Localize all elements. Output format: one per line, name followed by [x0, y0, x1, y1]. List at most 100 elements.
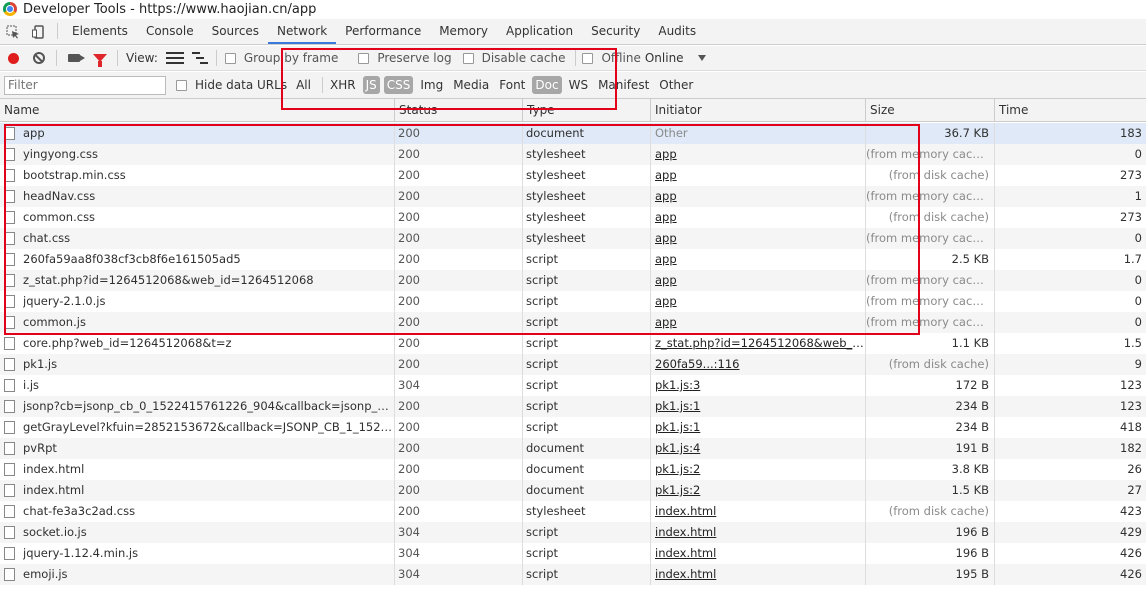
cell-initiator[interactable]: app [651, 249, 866, 270]
cell-initiator[interactable]: app [651, 207, 866, 228]
table-row[interactable]: pk1.js 200 script 260fa59...:116 (from disk … [0, 354, 1146, 375]
filter-type-css[interactable]: CSS [383, 76, 414, 94]
column-header-status[interactable]: Status [395, 99, 523, 122]
cell-initiator[interactable]: pk1.js:3 [651, 375, 866, 396]
cell-initiator[interactable]: app [651, 270, 866, 291]
cell-initiator[interactable]: app [651, 186, 866, 207]
cell-initiator[interactable]: app [651, 165, 866, 186]
cell-name[interactable]: socket.io.js [0, 522, 395, 543]
cell-name[interactable]: 260fa59aa8f038cf3cb8f6e161505ad5 [0, 249, 395, 270]
offline-checkbox[interactable]: Offline [582, 51, 641, 65]
cell-initiator[interactable]: app [651, 144, 866, 165]
throttling-select[interactable]: Online [645, 51, 684, 65]
cell-name[interactable]: app [0, 123, 395, 144]
filter-input[interactable] [4, 75, 166, 95]
cell-name[interactable]: core.php?web_id=1264512068&t=z [0, 333, 395, 354]
filter-type-img[interactable]: Img [417, 76, 446, 94]
checkbox-box[interactable] [358, 52, 370, 64]
cell-name[interactable]: headNav.css [0, 186, 395, 207]
filter-type-ws[interactable]: WS [566, 76, 591, 94]
cell-name[interactable]: jquery-1.12.4.min.js [0, 543, 395, 564]
tab-elements[interactable]: Elements [63, 19, 137, 44]
cell-name[interactable]: pvRpt [0, 438, 395, 459]
cell-name[interactable]: chat.css [0, 228, 395, 249]
table-row[interactable]: emoji.js 304 script index.html 195 B 426 [0, 564, 1146, 585]
tab-application[interactable]: Application [497, 19, 582, 44]
capture-screenshots-button[interactable] [61, 47, 87, 69]
cell-initiator[interactable]: app [651, 228, 866, 249]
hide-data-urls-checkbox[interactable]: Hide data URLs [176, 78, 287, 92]
table-row[interactable]: getGrayLevel?kfuin=2852153672&callback=J… [0, 417, 1146, 438]
column-header-type[interactable]: Type [523, 99, 651, 122]
filter-type-xhr[interactable]: XHR [327, 76, 359, 94]
cell-name[interactable]: index.html [0, 459, 395, 480]
table-row[interactable]: common.js 200 script app (from memory cache)… [0, 312, 1146, 333]
cell-name[interactable]: jquery-2.1.0.js [0, 291, 395, 312]
device-toolbar-icon[interactable] [26, 19, 52, 44]
filter-type-other[interactable]: Other [656, 76, 696, 94]
tab-sources[interactable]: Sources [203, 19, 268, 44]
table-row[interactable]: socket.io.js 304 script index.html 196 B 429 [0, 522, 1146, 543]
table-row[interactable]: 260fa59aa8f038cf3cb8f6e161505ad5 200 scrip… [0, 249, 1146, 270]
column-header-size[interactable]: Size [866, 99, 995, 122]
table-row[interactable]: app 200 document Other 36.7 KB 183 [0, 123, 1146, 144]
checkbox-box[interactable] [462, 52, 474, 64]
record-button[interactable] [0, 47, 26, 69]
column-header-initiator[interactable]: Initiator [651, 99, 866, 122]
table-row[interactable]: headNav.css 200 stylesheet app (from memory … [0, 186, 1146, 207]
table-row[interactable]: chat-fe3a3c2ad.css 200 stylesheet index.htm… [0, 501, 1146, 522]
cell-initiator[interactable]: index.html [651, 543, 866, 564]
filter-type-js[interactable]: JS [362, 76, 380, 94]
table-row[interactable]: pvRpt 200 document pk1.js:4 191 B 182 [0, 438, 1146, 459]
preserve-log-checkbox[interactable]: Preserve log [358, 51, 452, 65]
table-row[interactable]: jquery-2.1.0.js 200 script app (from memory … [0, 291, 1146, 312]
chevron-down-icon[interactable] [697, 55, 706, 61]
tab-audits[interactable]: Audits [649, 19, 705, 44]
cell-name[interactable]: i.js [0, 375, 395, 396]
cell-initiator[interactable]: 260fa59...:116 [651, 354, 866, 375]
checkbox-box[interactable] [224, 52, 236, 64]
cell-name[interactable]: chat-fe3a3c2ad.css [0, 501, 395, 522]
cell-initiator[interactable]: app [651, 291, 866, 312]
table-row[interactable]: chat.css 200 stylesheet app (from memory cac… [0, 228, 1146, 249]
tab-memory[interactable]: Memory [430, 19, 497, 44]
filter-type-media[interactable]: Media [450, 76, 492, 94]
cell-initiator[interactable]: z_stat.php?id=1264512068&web_id=12645120… [651, 333, 866, 354]
inspect-element-icon[interactable] [0, 19, 26, 44]
cell-name[interactable]: yingyong.css [0, 144, 395, 165]
table-row[interactable]: z_stat.php?id=1264512068&web_id=12645120… [0, 270, 1146, 291]
disable-cache-checkbox[interactable]: Disable cache [462, 51, 565, 65]
cell-name[interactable]: common.css [0, 207, 395, 228]
checkbox-box[interactable] [176, 79, 187, 91]
cell-name[interactable]: bootstrap.min.css [0, 165, 395, 186]
cell-name[interactable]: getGrayLevel?kfuin=2852153672&callback=J… [0, 417, 395, 438]
cell-name[interactable]: index.html [0, 480, 395, 501]
table-row[interactable]: jquery-1.12.4.min.js 304 script index.html 1… [0, 543, 1146, 564]
table-row[interactable]: core.php?web_id=1264512068&t=z 200 script z… [0, 333, 1146, 354]
cell-initiator[interactable]: app [651, 312, 866, 333]
cell-initiator[interactable]: pk1.js:1 [651, 396, 866, 417]
cell-initiator[interactable]: index.html [651, 522, 866, 543]
clear-button[interactable] [26, 47, 52, 69]
table-row[interactable]: common.css 200 stylesheet app (from disk cac… [0, 207, 1146, 228]
tab-performance[interactable]: Performance [336, 19, 430, 44]
cell-initiator[interactable]: pk1.js:2 [651, 480, 866, 501]
large-rows-icon[interactable] [165, 52, 184, 64]
tab-network[interactable]: Network [268, 19, 337, 44]
filter-type-manifest[interactable]: Manifest [595, 76, 652, 94]
checkbox-box[interactable] [582, 52, 594, 64]
cell-name[interactable]: jsonp?cb=jsonp_cb_0_1522415761226_904&ca… [0, 396, 395, 417]
table-row[interactable]: jsonp?cb=jsonp_cb_0_1522415761226_904&ca… [0, 396, 1146, 417]
waterfall-overview-icon[interactable] [191, 52, 208, 64]
cell-name[interactable]: pk1.js [0, 354, 395, 375]
column-header-name[interactable]: Name [0, 99, 395, 122]
filter-type-font[interactable]: Font [496, 76, 528, 94]
table-row[interactable]: index.html 200 document pk1.js:2 3.8 KB 26 [0, 459, 1146, 480]
filter-type-doc[interactable]: Doc [532, 76, 562, 94]
tab-console[interactable]: Console [137, 19, 203, 44]
tab-security[interactable]: Security [582, 19, 649, 44]
cell-initiator[interactable]: pk1.js:2 [651, 459, 866, 480]
filter-type-all[interactable]: All [293, 76, 314, 94]
table-row[interactable]: yingyong.css 200 stylesheet app (from memory… [0, 144, 1146, 165]
table-row[interactable]: index.html 200 document pk1.js:2 1.5 KB 27 [0, 480, 1146, 501]
